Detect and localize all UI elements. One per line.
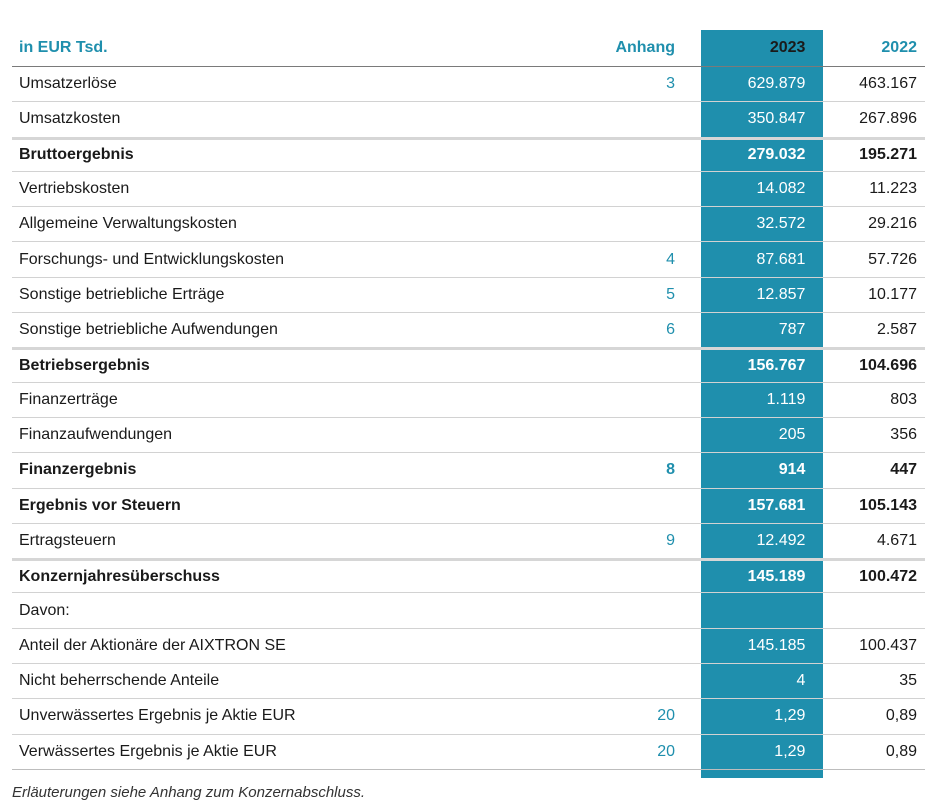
row-label: Vertriebskosten [19,180,130,198]
row-label: Umsatzerlöse [19,75,117,93]
row-value-2023: 12.857 [756,285,806,303]
table-row: Bruttoergebnis 279.032 195.271 [12,136,925,172]
row-note-ref: 3 [666,75,675,93]
row-label: Konzernjahresüberschuss [19,567,220,585]
row-value-2022: 10.177 [868,285,917,303]
income-statement-table: in EUR Tsd. Anhang 2023 2022 Umsatzerlös… [12,30,925,778]
row-value-2022: 57.726 [868,250,917,268]
row-note-ref: 20 [657,707,675,725]
table-row: Unverwässertes Ergebnis je Aktie EUR 20 1,… [12,699,925,735]
table-row: Konzernjahresüberschuss 145.189 100.472 [12,558,925,594]
row-value-2022: 104.696 [859,357,917,375]
table-header-row: in EUR Tsd. Anhang 2023 2022 [12,30,925,67]
row-label: Finanzerträge [19,390,118,408]
row-value-2022: 463.167 [859,75,917,93]
row-value-2023: 279.032 [747,146,806,164]
row-label: Anteil der Aktionäre der AIXTRON SE [19,636,286,654]
row-note-ref: 4 [666,250,675,268]
table-row: Forschungs- und Entwicklungskosten 4 87.68… [12,242,925,278]
row-label: Davon: [19,601,70,619]
table-row: Finanzaufwendungen 205 356 [12,418,925,454]
row-label: Forschungs- und Entwicklungskosten [19,250,285,268]
table-row: Davon: [12,593,925,629]
row-value-2023: 145.189 [747,567,806,585]
table-row: Betriebsergebnis 156.767 104.696 [12,347,925,383]
row-value-2023: 32.572 [756,215,806,233]
header-year-prior: 2022 [881,39,917,56]
row-note-ref: 6 [666,321,675,339]
row-value-2022: 0,89 [885,707,917,725]
row-value-2023: 914 [778,461,806,479]
row-label: Sonstige betriebliche Aufwendungen [19,321,278,339]
table-row: Finanzergebnis 8 914 447 [12,453,925,489]
row-value-2022: 29.216 [868,215,917,233]
row-label: Umsatzkosten [19,110,121,128]
table-row: Allgemeine Verwaltungskosten 32.572 29.216 [12,207,925,243]
row-note-ref: 9 [666,532,675,549]
row-value-2022: 4.671 [876,532,917,549]
row-value-2023: 87.681 [756,250,806,268]
table-row: Umsatzkosten 350.847 267.896 [12,102,925,138]
row-label: Unverwässertes Ergebnis je Aktie EUR [19,707,296,725]
row-value-2022: 803 [890,390,917,408]
footnote: Erläuterungen siehe Anhang zum Konzernab… [12,784,365,801]
row-label: Finanzaufwendungen [19,426,173,444]
row-value-2023: 350.847 [747,110,806,128]
row-label: Ertragsteuern [19,532,116,549]
row-note-ref: 20 [657,742,675,760]
row-label: Nicht beherrschende Anteile [19,672,220,690]
row-value-2022: 195.271 [859,146,917,164]
table-body: Umsatzerlöse 3 629.879 463.167 Umsatzkosten 3… [12,67,925,770]
table-row: Ertragsteuern 9 12.492 4.671 [12,524,925,560]
row-value-2023: 629.879 [747,75,806,93]
row-value-2022: 35 [899,672,917,690]
row-label: Sonstige betriebliche Erträge [19,285,225,303]
row-value-2022: 267.896 [859,110,917,128]
row-label: Verwässertes Ergebnis je Aktie EUR [19,742,277,760]
table-row: Verwässertes Ergebnis je Aktie EUR 20 1,29… [12,735,925,770]
row-label: Allgemeine Verwaltungskosten [19,215,237,233]
table-row: Finanzerträge 1.119 803 [12,383,925,418]
row-label: Betriebsergebnis [19,357,150,375]
row-value-2023: 157.681 [747,496,806,514]
header-year-current: 2023 [769,39,806,56]
row-note-ref: 8 [666,461,675,479]
row-value-2023: 1.119 [766,390,806,408]
table-row: Ergebnis vor Steuern 157.681 105.143 [12,489,925,524]
table-row: Sonstige betriebliche Erträge 5 12.857 10.1… [12,278,925,314]
table-row: Umsatzerlöse 3 629.879 463.167 [12,67,925,103]
table-row: Anteil der Aktionäre der AIXTRON SE 145.1… [12,629,925,665]
header-note-label: Anhang [615,39,675,56]
row-value-2022: 2.587 [876,321,917,339]
row-value-2022: 100.437 [859,636,917,654]
row-value-2022: 11.223 [869,180,917,198]
row-value-2022: 447 [890,461,917,479]
row-value-2022: 105.143 [859,496,917,514]
table-row: Nicht beherrschende Anteile 4 35 [12,664,925,700]
row-value-2023: 156.767 [747,357,806,375]
row-value-2023: 4 [796,672,806,690]
table-row: Vertriebskosten 14.082 11.223 [12,172,925,208]
row-label: Ergebnis vor Steuern [19,496,181,514]
row-label: Finanzergebnis [19,461,137,479]
row-value-2023: 1,29 [774,742,806,760]
row-note-ref: 5 [666,285,675,303]
row-value-2023: 787 [778,321,806,339]
row-value-2023: 205 [778,426,806,444]
row-value-2022: 356 [890,426,917,444]
row-label: Bruttoergebnis [19,146,134,164]
row-value-2023: 14.082 [756,180,806,198]
row-value-2023: 145.185 [747,636,806,654]
row-value-2022: 100.472 [859,567,917,585]
table-row: Sonstige betriebliche Aufwendungen 6 787 2.… [12,313,925,349]
row-value-2022: 0,89 [885,742,917,760]
row-value-2023: 1,29 [774,707,806,725]
header-unit-label: in EUR Tsd. [19,39,108,56]
row-value-2023: 12.492 [756,532,806,549]
